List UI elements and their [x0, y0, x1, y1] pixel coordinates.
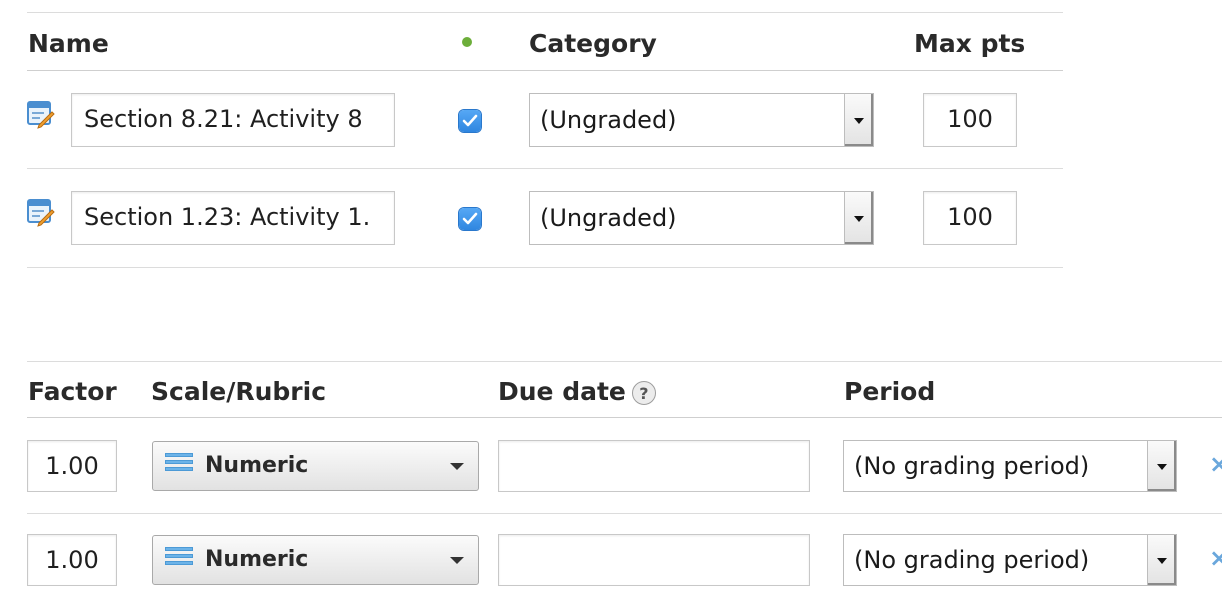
scale-icon [165, 453, 193, 479]
header-divider [27, 417, 1222, 418]
row-divider [27, 513, 1222, 514]
header-category: Category [529, 29, 657, 58]
grading-period-select[interactable]: (No grading period) [843, 440, 1177, 492]
chevron-down-icon [450, 557, 464, 564]
category-select[interactable]: (Ungraded) [529, 191, 874, 245]
due-date-input[interactable] [498, 440, 810, 492]
row-divider [27, 267, 1063, 268]
max-pts-input[interactable]: 100 [923, 93, 1017, 147]
header-due-date: Due date? [498, 377, 656, 407]
header-max-pts: Max pts [914, 29, 1026, 58]
publish-checkbox[interactable] [459, 110, 481, 132]
grading-period-value: (No grading period) [854, 546, 1090, 574]
scale-icon [165, 547, 193, 573]
chevron-down-icon [844, 94, 873, 146]
grading-period-value: (No grading period) [854, 452, 1090, 480]
scale-rubric-dropdown[interactable]: Numeric [152, 441, 479, 491]
factor-input[interactable]: 1.00 [27, 534, 117, 586]
publish-checkbox[interactable] [459, 208, 481, 230]
category-select[interactable]: (Ungraded) [529, 93, 874, 147]
grading-period-select[interactable]: (No grading period) [843, 534, 1177, 586]
chevron-down-icon [1147, 535, 1176, 585]
scale-rubric-value: Numeric [205, 453, 309, 478]
scale-rubric-value: Numeric [205, 547, 309, 572]
header-name: Name [28, 29, 109, 58]
edit-assignment-icon[interactable] [27, 199, 55, 227]
assignment-name-input[interactable]: Section 8.21: Activity 8 [71, 93, 395, 147]
remove-row-icon[interactable]: × [1209, 544, 1222, 572]
scale-rubric-dropdown[interactable]: Numeric [152, 535, 479, 585]
published-status-icon [462, 37, 472, 47]
max-pts-input[interactable]: 100 [923, 191, 1017, 245]
bottom-table-border [27, 361, 1222, 362]
category-select-value: (Ungraded) [540, 106, 677, 134]
header-scale-rubric: Scale/Rubric [151, 377, 327, 406]
header-due-date-label: Due date [498, 377, 626, 406]
header-divider [27, 70, 1063, 71]
top-table-border [27, 12, 1063, 13]
header-period: Period [844, 377, 936, 406]
edit-assignment-icon[interactable] [27, 101, 55, 129]
chevron-down-icon [1147, 441, 1176, 491]
assignment-name-input[interactable]: Section 1.23: Activity 1. [71, 191, 395, 245]
chevron-down-icon [844, 192, 873, 244]
factor-input[interactable]: 1.00 [27, 440, 117, 492]
row-divider [27, 168, 1063, 169]
chevron-down-icon [450, 463, 464, 470]
header-factor: Factor [28, 377, 117, 406]
category-select-value: (Ungraded) [540, 204, 677, 232]
remove-row-icon[interactable]: × [1209, 450, 1222, 478]
help-icon[interactable]: ? [631, 381, 656, 405]
due-date-input[interactable] [498, 534, 810, 586]
